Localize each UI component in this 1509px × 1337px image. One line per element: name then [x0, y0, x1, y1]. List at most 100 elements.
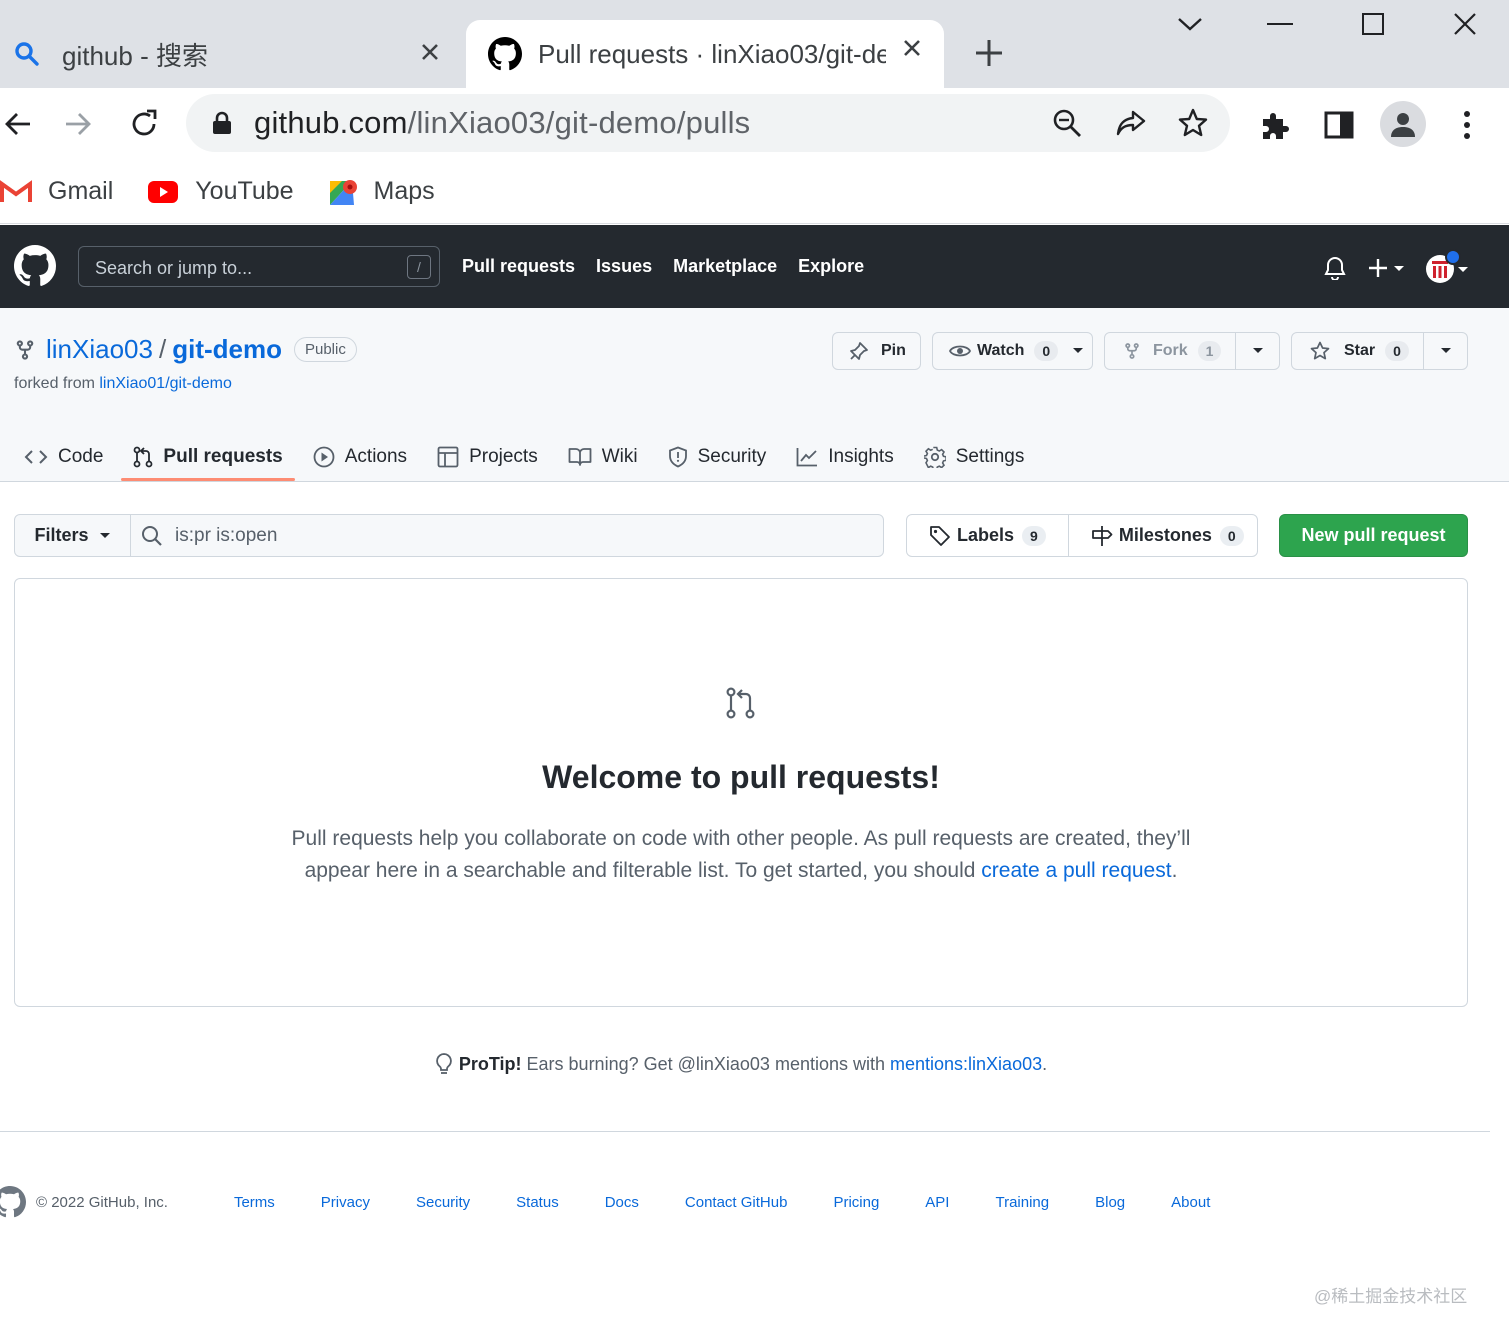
tab-wiki[interactable]: Wiki: [558, 434, 648, 480]
browser-menu-icon[interactable]: [1452, 106, 1482, 144]
footer-link-training[interactable]: Training: [995, 1194, 1049, 1211]
blankslate-description: Pull requests help you collaborate on co…: [275, 823, 1207, 887]
profile-avatar-icon[interactable]: [1380, 101, 1426, 147]
forward-icon[interactable]: [60, 106, 96, 142]
fork-count: 1: [1197, 341, 1222, 361]
tab-settings[interactable]: Settings: [914, 434, 1035, 480]
pin-button[interactable]: Pin: [832, 332, 921, 370]
back-icon[interactable]: [0, 106, 36, 142]
footer: © 2022 GitHub, Inc. Terms Privacy Securi…: [0, 1186, 1256, 1218]
share-icon[interactable]: [1114, 106, 1148, 140]
user-avatar-icon[interactable]: [1424, 249, 1470, 285]
close-window-icon[interactable]: [1435, 6, 1495, 42]
url-text[interactable]: github.com/linXiao03/git-demo/pulls: [254, 105, 750, 141]
nav-marketplace[interactable]: Marketplace: [673, 256, 777, 277]
tab-projects[interactable]: Projects: [427, 434, 548, 480]
chevron-down-icon: [99, 532, 110, 538]
bookmark-youtube[interactable]: YouTube: [147, 177, 294, 206]
tab-code[interactable]: Code: [14, 434, 113, 480]
nav-issues[interactable]: Issues: [596, 256, 652, 277]
bookmark-star-icon[interactable]: [1176, 106, 1210, 140]
notifications-bell-icon[interactable]: [1324, 256, 1346, 280]
chevron-down-icon: [1252, 348, 1263, 353]
footer-link-api[interactable]: API: [925, 1194, 949, 1211]
tab-pull-requests[interactable]: Pull requests: [121, 434, 296, 481]
tab-security[interactable]: Security: [658, 434, 777, 480]
repo-header: linXiao03 / git-demo Public forked from …: [0, 308, 1509, 482]
bookmark-label: Gmail: [48, 177, 114, 205]
footer-link-status[interactable]: Status: [516, 1194, 559, 1211]
github-mark-icon[interactable]: [0, 1186, 26, 1218]
nav-pull-requests[interactable]: Pull requests: [462, 256, 575, 277]
tab-insights[interactable]: Insights: [786, 434, 903, 480]
footer-link-terms[interactable]: Terms: [234, 1194, 275, 1211]
footer-link-about[interactable]: About: [1171, 1194, 1210, 1211]
bookmark-maps[interactable]: Maps: [328, 177, 435, 207]
side-panel-icon[interactable]: [1320, 106, 1358, 144]
extensions-icon[interactable]: [1256, 106, 1294, 144]
footer-link-blog[interactable]: Blog: [1095, 1194, 1125, 1211]
pr-search-input[interactable]: is:pr is:open: [131, 525, 883, 547]
tab-actions[interactable]: Actions: [303, 434, 417, 480]
repo-forked-icon: [1125, 343, 1139, 359]
footer-links: Terms Privacy Security Status Docs Conta…: [234, 1194, 1256, 1211]
create-pull-request-link[interactable]: create a pull request: [981, 859, 1171, 882]
watch-label: Watch: [977, 342, 1025, 359]
git-pull-request-icon: [726, 687, 755, 719]
create-new-plus-icon[interactable]: [1368, 257, 1408, 279]
fork-dropdown[interactable]: [1235, 333, 1279, 369]
github-search-input[interactable]: Search or jump to... /: [78, 246, 440, 287]
footer-link-contact[interactable]: Contact GitHub: [685, 1194, 788, 1211]
labels-button[interactable]: Labels 9: [907, 515, 1068, 556]
fork-button[interactable]: Fork 1: [1104, 332, 1280, 370]
search-shortcut-key: /: [407, 255, 431, 279]
table-icon: [437, 446, 459, 468]
zoom-icon[interactable]: [1050, 106, 1084, 140]
milestones-button[interactable]: Milestones 0: [1067, 515, 1266, 556]
close-tab-icon[interactable]: [898, 34, 926, 62]
star-icon: [1310, 341, 1330, 360]
browser-tab-search[interactable]: github - 搜索: [0, 20, 460, 88]
browser-toolbar: github.com/linXiao03/git-demo/pulls: [0, 88, 1509, 160]
blankslate-text-end: .: [1171, 859, 1178, 882]
reload-icon[interactable]: [124, 104, 164, 144]
footer-link-pricing[interactable]: Pricing: [833, 1194, 879, 1211]
forked-from-link[interactable]: linXiao01/git-demo: [99, 375, 232, 392]
bookmark-label: Maps: [373, 177, 435, 205]
nav-explore[interactable]: Explore: [798, 256, 864, 277]
tab-label: Wiki: [601, 446, 638, 467]
mentions-link[interactable]: mentions:linXiao03: [890, 1054, 1042, 1075]
browser-tab-pull-requests[interactable]: Pull requests · linXiao03/git-demo: [466, 20, 944, 88]
repo-owner-link[interactable]: linXiao03: [46, 334, 153, 365]
lock-icon[interactable]: [212, 111, 232, 135]
milestones-count: 0: [1219, 525, 1244, 546]
blankslate-title: Welcome to pull requests!: [542, 759, 940, 795]
new-pull-request-button[interactable]: New pull request: [1279, 514, 1468, 557]
forked-from-prefix: forked from: [14, 375, 95, 392]
visibility-badge: Public: [293, 337, 357, 362]
address-bar[interactable]: github.com/linXiao03/git-demo/pulls: [186, 94, 1230, 152]
browser-tab-strip: github - 搜索 Pull requests · linXiao03/gi…: [0, 0, 1509, 88]
labels-label: Labels: [957, 525, 1015, 545]
star-count: 0: [1385, 341, 1409, 361]
footer-link-docs[interactable]: Docs: [605, 1194, 639, 1211]
github-logo-icon[interactable]: [14, 245, 56, 287]
watch-button[interactable]: Watch 0: [932, 332, 1093, 370]
footer-link-security[interactable]: Security: [416, 1194, 470, 1211]
tab-search-chevron-icon[interactable]: [1160, 6, 1220, 42]
star-button[interactable]: Star 0: [1291, 332, 1468, 370]
new-tab-icon[interactable]: [972, 36, 1006, 70]
filters-dropdown-button[interactable]: Filters: [15, 515, 131, 556]
fork-label: Fork: [1153, 342, 1188, 359]
minimize-icon[interactable]: [1250, 6, 1310, 42]
gmail-icon: [0, 179, 32, 202]
tab-title: Pull requests · linXiao03/git-demo: [538, 38, 886, 69]
bookmark-gmail[interactable]: Gmail: [0, 177, 113, 206]
close-tab-icon[interactable]: [416, 38, 444, 66]
maximize-icon[interactable]: [1343, 6, 1403, 42]
tab-label: Insights: [828, 446, 894, 467]
star-lists-dropdown[interactable]: [1423, 333, 1467, 369]
repo-name-link[interactable]: git-demo: [172, 334, 282, 365]
footer-link-privacy[interactable]: Privacy: [321, 1194, 370, 1211]
copyright: © 2022 GitHub, Inc.: [36, 1193, 168, 1211]
